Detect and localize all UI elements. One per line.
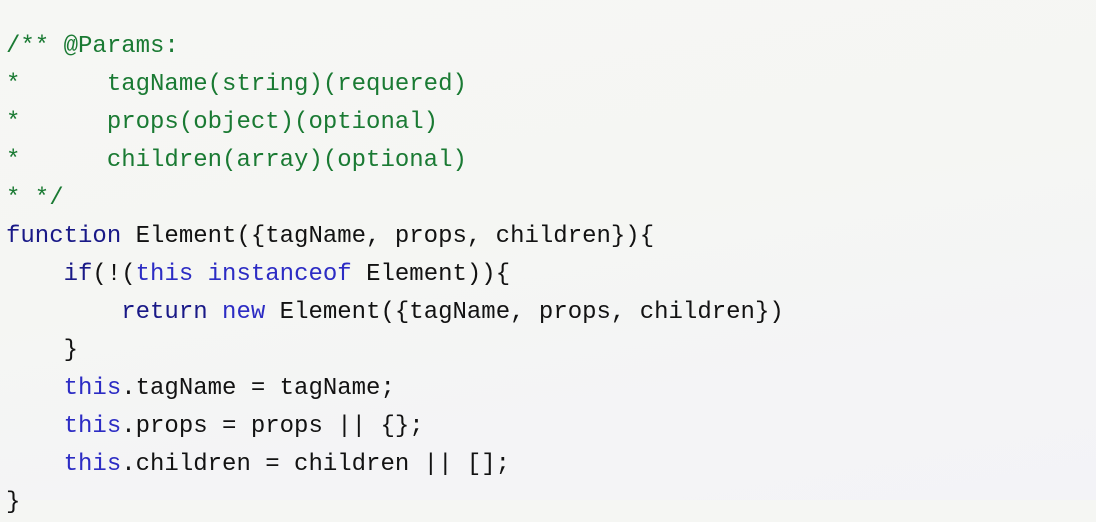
code-token-comment: * children(array)(optional) [6,147,467,174]
code-token-comment: /** @Params: [6,33,179,60]
code-line: * children(array)(optional) [6,142,784,180]
code-token-keyword: if [63,261,93,288]
code-token-plain: } [6,337,79,364]
code-surface: /** @Params: * tagName(string)(requered) *… [0,0,1096,516]
code-line: this.children = children || []; [6,446,784,484]
code-line: this.tagName = tagName; [6,370,784,408]
code-token-builtin: this [63,375,122,402]
code-block[interactable]: /** @Params: * tagName(string)(requered) *… [0,24,784,522]
code-line: /** @Params: [6,28,784,66]
code-line: } [6,332,784,370]
code-token-keyword: function [6,223,122,250]
code-token-builtin: this [63,451,122,478]
code-token-comment: * */ [6,185,64,212]
code-line: * props(object)(optional) [6,104,784,142]
code-line: return new Element({tagName, props, chil… [6,294,784,332]
code-line: * tagName(string)(requered) [6,66,784,104]
code-token-plain: Element({tagName, props, children}) [265,299,784,326]
code-token-plain: .tagName = tagName; [121,375,395,402]
code-token-plain: .props = props || {}; [121,413,424,440]
code-token-plain: Element({tagName, props, children}){ [121,223,655,250]
code-token-builtin: this instanceof [135,261,352,288]
code-token-plain: (!( [92,261,136,288]
code-line: if(!(this instanceof Element)){ [6,256,784,294]
code-token-comment: * props(object)(optional) [6,109,439,136]
code-token-builtin: new [222,299,266,326]
code-token-comment: * tagName(string)(requered) [6,71,467,98]
code-line: } [6,484,784,522]
code-token-builtin: this [63,413,122,440]
code-line: * */ [6,180,784,218]
code-line: function Element({tagName, props, childr… [6,218,784,256]
code-token-plain: } [6,489,21,516]
code-token-plain: Element)){ [351,261,511,288]
code-token-keyword: return [121,299,208,326]
code-line: this.props = props || {}; [6,408,784,446]
code-token-plain: .children = children || []; [121,451,511,478]
